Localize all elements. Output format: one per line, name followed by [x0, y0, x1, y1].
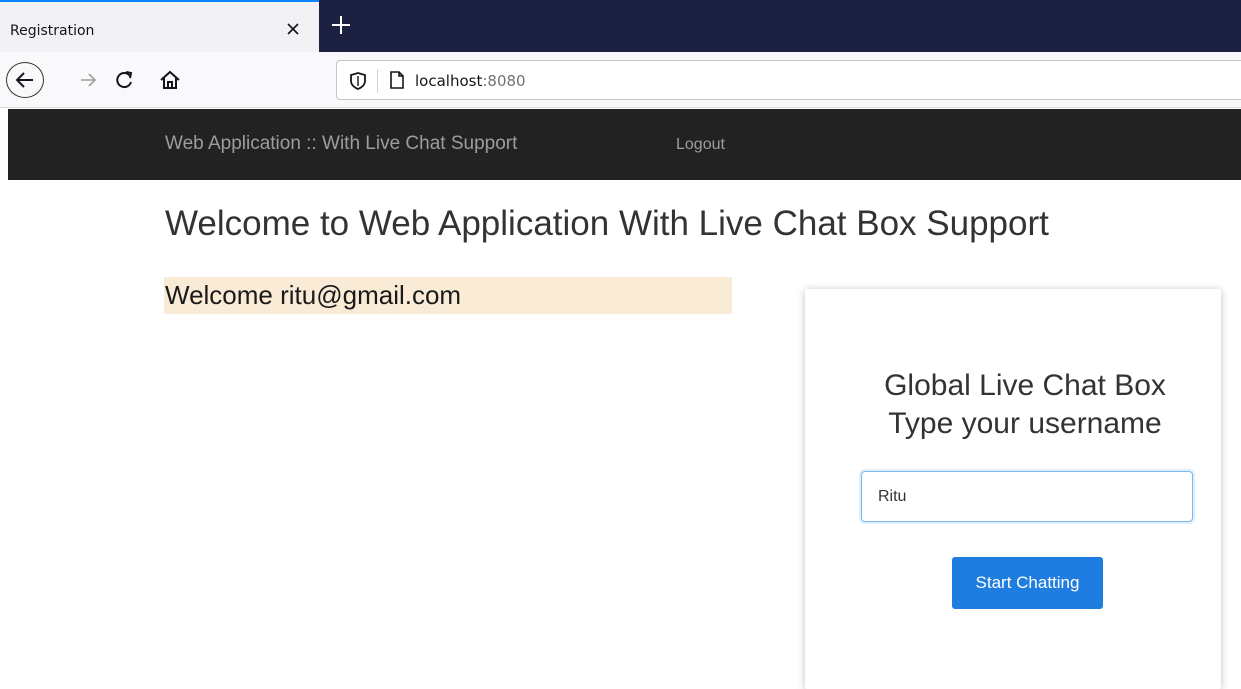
reload-button[interactable]: [110, 62, 140, 98]
forward-arrow-icon: [81, 73, 97, 87]
back-button[interactable]: [6, 62, 44, 98]
forward-button[interactable]: [74, 62, 104, 98]
page-title: Welcome to Web Application With Live Cha…: [165, 204, 1049, 243]
address-bar[interactable]: localhost:8080: [336, 60, 1241, 100]
url-text[interactable]: localhost:8080: [415, 72, 526, 90]
url-separator: [377, 69, 378, 93]
page-icon[interactable]: [389, 70, 405, 90]
home-icon: [160, 70, 180, 89]
start-chatting-button[interactable]: Start Chatting: [952, 557, 1103, 609]
back-arrow-icon: [15, 72, 33, 88]
close-tab-icon[interactable]: [283, 19, 303, 39]
logout-link[interactable]: Logout: [676, 136, 725, 154]
chat-heading: Global Live Chat Box Type your username: [805, 367, 1241, 443]
home-button[interactable]: [153, 62, 187, 98]
app-navbar: Web Application :: With Live Chat Suppor…: [8, 109, 1241, 180]
url-port: :8080: [482, 72, 526, 90]
navbar-brand[interactable]: Web Application :: With Live Chat Suppor…: [165, 133, 517, 155]
welcome-banner: Welcome ritu@gmail.com: [164, 277, 732, 314]
username-input[interactable]: [861, 471, 1193, 522]
new-tab-icon[interactable]: [330, 14, 352, 36]
tab-strip: Registration: [0, 0, 1241, 52]
url-host: localhost: [415, 72, 483, 90]
browser-tab[interactable]: Registration: [0, 0, 319, 52]
chat-login-card: Global Live Chat Box Type your username …: [805, 289, 1221, 689]
chat-title: Global Live Chat Box: [884, 369, 1166, 402]
chat-subtitle: Type your username: [888, 407, 1162, 440]
tracking-shield-icon[interactable]: [349, 71, 367, 91]
reload-icon: [116, 71, 133, 89]
tab-title: Registration: [10, 23, 95, 39]
